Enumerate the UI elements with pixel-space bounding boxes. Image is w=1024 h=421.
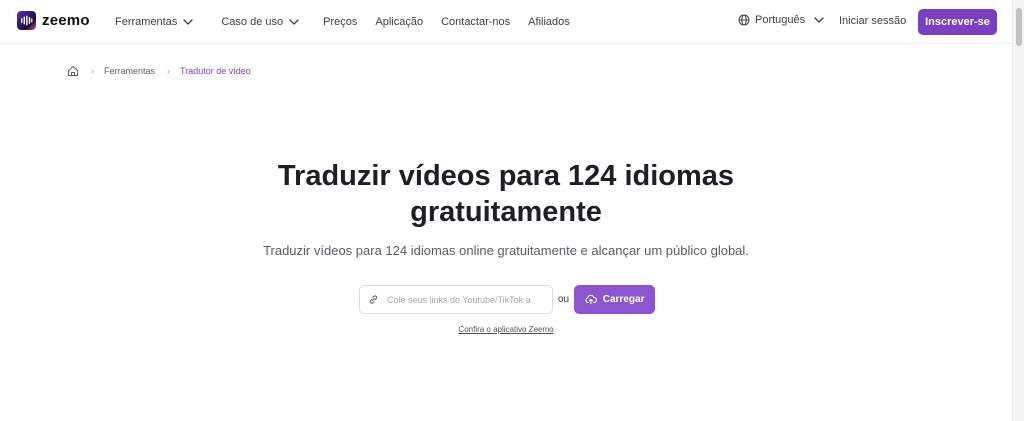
nav-item-aplicacao[interactable]: Aplicação [375, 16, 423, 28]
app-link[interactable]: Confira o aplicativo Zeemo [0, 325, 1012, 334]
nav-item-label: Preços [323, 16, 358, 28]
breadcrumb-item-current: Tradutor de vídeo [180, 66, 251, 76]
breadcrumb-separator-icon: › [91, 66, 94, 76]
page-subtitle: Traduzir vídeos para 124 idiomas online … [263, 243, 749, 258]
zeemo-logo-icon [17, 11, 36, 30]
scrollbar-thumb[interactable] [1016, 8, 1022, 46]
page-title-line-1: Traduzir vídeos para 124 idiomas [277, 160, 735, 192]
link-input-wrapper[interactable] [359, 285, 553, 314]
upload-button-label: Carregar [602, 294, 645, 305]
signup-button[interactable]: Inscrever-se [918, 9, 997, 35]
breadcrumb-separator-icon: › [167, 66, 171, 76]
link-icon [369, 295, 378, 304]
nav-item-label: Ferramentas [115, 16, 178, 28]
or-label: ou [558, 294, 570, 305]
nav-item-contactar[interactable]: Contactar-nos [441, 16, 510, 28]
chevron-down-icon [183, 19, 194, 25]
chevron-down-icon [289, 19, 299, 25]
main-nav: Ferramentas Caso de uso Preços Aplicação… [115, 0, 570, 44]
page: zeemo Ferramentas Caso de uso Preços Apl… [0, 0, 1024, 421]
nav-item-afiliados[interactable]: Afiliados [528, 16, 570, 28]
nav-item-caso-de-uso[interactable]: Caso de uso [221, 16, 299, 28]
logo-text: zeemo [42, 12, 90, 29]
upload-button[interactable]: Carregar [574, 285, 656, 314]
page-title-line-2: gratuitamente [410, 196, 602, 228]
nav-item-label: Aplicação [375, 16, 424, 28]
nav-item-ferramentas[interactable]: Ferramentas [115, 16, 194, 28]
language-selector[interactable]: Português [738, 14, 824, 26]
breadcrumb: › Ferramentas › Tradutor de vídeo [67, 65, 251, 77]
chevron-down-icon [814, 17, 824, 23]
page-title: Traduzir vídeos para 124 idiomas gratuit… [0, 158, 1012, 230]
breadcrumb-item-ferramentas[interactable]: Ferramentas [104, 66, 155, 76]
video-link-input[interactable] [384, 293, 544, 306]
cloud-upload-icon [585, 294, 597, 305]
scrollbar[interactable] [1012, 0, 1024, 421]
globe-icon [738, 14, 750, 26]
upload-row: ou Carregar [359, 285, 656, 314]
nav-item-label: Afiliados [528, 16, 570, 28]
nav-item-label: Caso de uso [221, 16, 284, 28]
home-icon[interactable] [67, 65, 79, 77]
top-header: zeemo Ferramentas Caso de uso Preços Apl… [0, 0, 1012, 44]
nav-item-label: Contactar-nos [441, 16, 511, 28]
zeemo-logo[interactable]: zeemo [17, 11, 90, 30]
nav-item-precos[interactable]: Preços [323, 16, 357, 28]
language-label: Português [755, 14, 806, 26]
login-link[interactable]: Iniciar sessão [839, 15, 906, 27]
